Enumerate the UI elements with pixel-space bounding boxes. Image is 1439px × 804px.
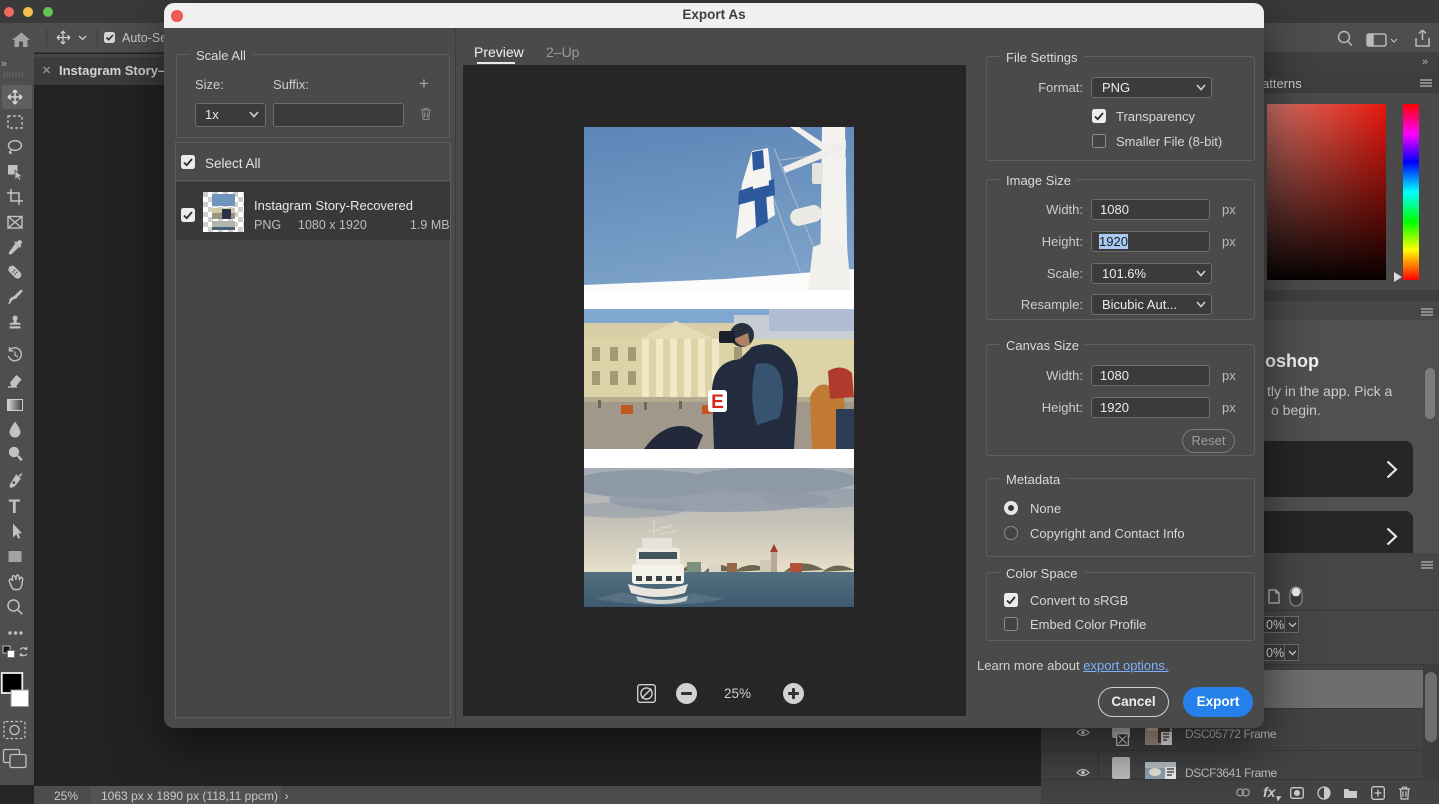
svg-text:E: E <box>711 392 724 413</box>
svg-text:T: T <box>9 497 21 518</box>
svg-text:»: » <box>1 58 7 70</box>
svg-text:Auto-Sel: Auto-Sel <box>122 31 170 45</box>
